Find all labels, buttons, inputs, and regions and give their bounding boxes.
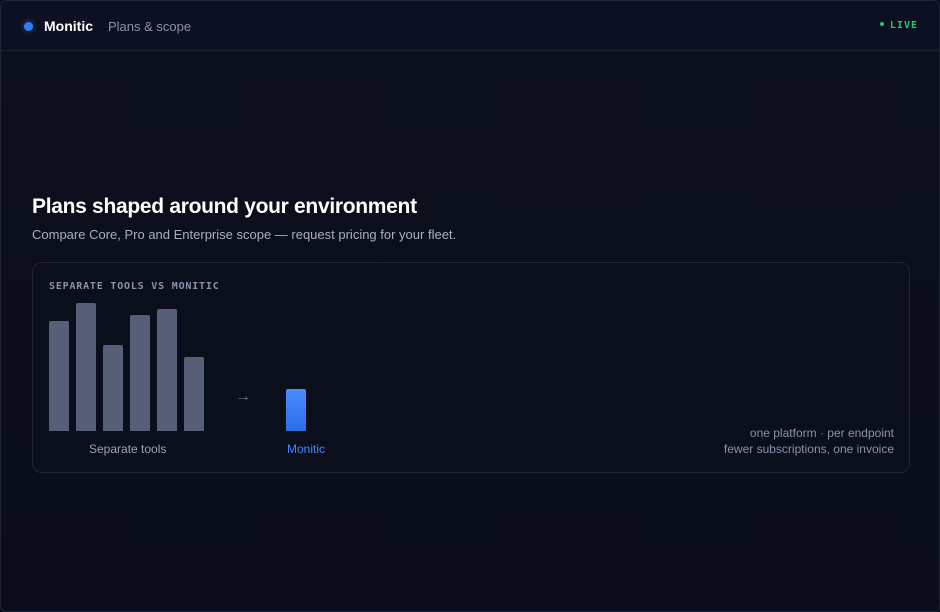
page-title: Plans shaped around your environment <box>32 195 417 218</box>
pricing-note: one platform · per endpoint fewer subscr… <box>724 425 894 457</box>
bar-separate-tool-1 <box>49 321 69 431</box>
bar-monitic <box>286 389 306 431</box>
breadcrumb: Plans & scope <box>108 19 192 34</box>
separate-tools-label: Separate tools <box>89 442 167 456</box>
app-window: Monitic Plans & scope LIVE Plans shaped … <box>0 0 940 612</box>
arrow-right-icon: → <box>235 388 251 405</box>
comparison-card: SEPARATE TOOLS VS MONITIC → Separate too… <box>32 262 910 473</box>
pricing-note-line-1: one platform · per endpoint <box>749 426 894 440</box>
top-bar: Monitic Plans & scope LIVE <box>1 1 939 51</box>
bar-separate-tool-3 <box>103 345 123 431</box>
live-status-text: LIVE <box>889 20 918 31</box>
bar-separate-tool-5 <box>157 309 177 431</box>
pricing-note-line-2: fewer subscriptions, one invoice <box>723 442 894 456</box>
bar-separate-tool-2 <box>76 303 96 431</box>
bar-chart <box>49 301 349 431</box>
brand-name[interactable]: Monitic <box>44 18 93 34</box>
bar-separate-tool-6 <box>184 357 204 431</box>
card-label: SEPARATE TOOLS VS MONITIC <box>49 281 220 292</box>
monitic-label: Monitic <box>287 442 326 456</box>
brand-logo-icon <box>24 22 33 31</box>
live-dot-icon <box>879 22 884 26</box>
page-subtitle: Compare Core, Pro and Enterprise scope —… <box>32 227 457 242</box>
bar-separate-tool-4 <box>130 315 150 431</box>
live-status-badge: LIVE <box>879 20 918 31</box>
